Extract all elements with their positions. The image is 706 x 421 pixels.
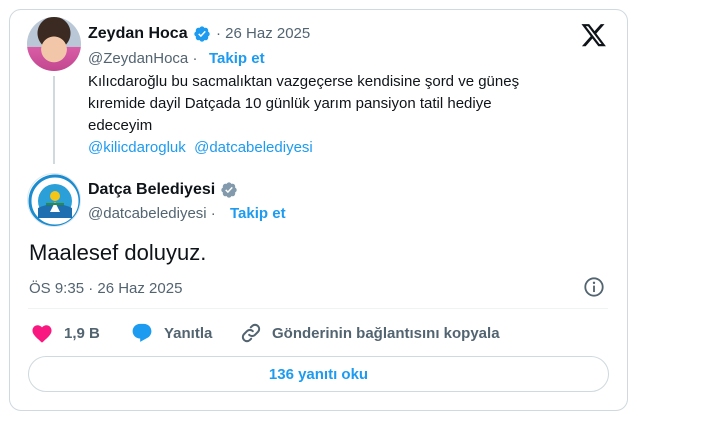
read-replies-button[interactable]: 136 yanıtı oku xyxy=(28,356,609,392)
datca-belediyesi-avatar[interactable] xyxy=(27,173,81,227)
datca-logo-icon xyxy=(28,174,80,226)
reply-timestamp[interactable]: ÖS 9:35 · 26 Haz 2025 xyxy=(29,280,182,297)
reply-bubble-icon[interactable] xyxy=(130,322,154,344)
heart-icon[interactable] xyxy=(31,323,53,343)
like-count[interactable]: 1,9 B xyxy=(64,325,100,342)
quoted-date[interactable]: · 26 Haz 2025 xyxy=(216,25,310,42)
info-icon[interactable] xyxy=(583,276,605,298)
quoted-text-line: kıremide dayil Datçada 10 günlük yarım p… xyxy=(88,95,492,112)
action-divider xyxy=(28,308,608,309)
verified-gray-badge-icon xyxy=(221,182,237,198)
quoted-follow-link[interactable]: Takip et xyxy=(209,50,265,67)
reply-tweet-text: Maalesef doluyuz. xyxy=(29,240,207,265)
reply-follow-link[interactable]: Takip et xyxy=(230,205,286,222)
thread-connector-line xyxy=(53,76,55,164)
reply-button[interactable]: Yanıtla xyxy=(164,325,212,342)
zeydan-hoca-avatar[interactable] xyxy=(27,17,81,71)
copy-link-button[interactable]: Gönderinin bağlantısını kopyala xyxy=(272,325,500,342)
reply-author-name[interactable]: Datça Belediyesi xyxy=(88,181,215,199)
mention-link[interactable]: @datcabelediyesi xyxy=(194,139,313,156)
quoted-text-line: Kılıcdaroğlu bu sacmalıktan vazgeçerse k… xyxy=(88,73,520,90)
link-icon[interactable] xyxy=(240,322,262,344)
quoted-author-name[interactable]: Zeydan Hoca xyxy=(88,25,188,43)
quoted-handle[interactable]: @ZeydanHoca · xyxy=(88,50,197,67)
quoted-text-line: edeceyim xyxy=(88,117,153,134)
mention-link[interactable]: @kilicdarogluk xyxy=(88,139,186,156)
quoted-tweet-text: Kılıcdaroğlu bu sacmalıktan vazgeçerse k… xyxy=(88,71,588,159)
x-logo-icon[interactable] xyxy=(581,24,607,48)
verified-badge-icon xyxy=(194,26,210,42)
reply-handle[interactable]: @datcabelediyesi · xyxy=(88,205,216,222)
